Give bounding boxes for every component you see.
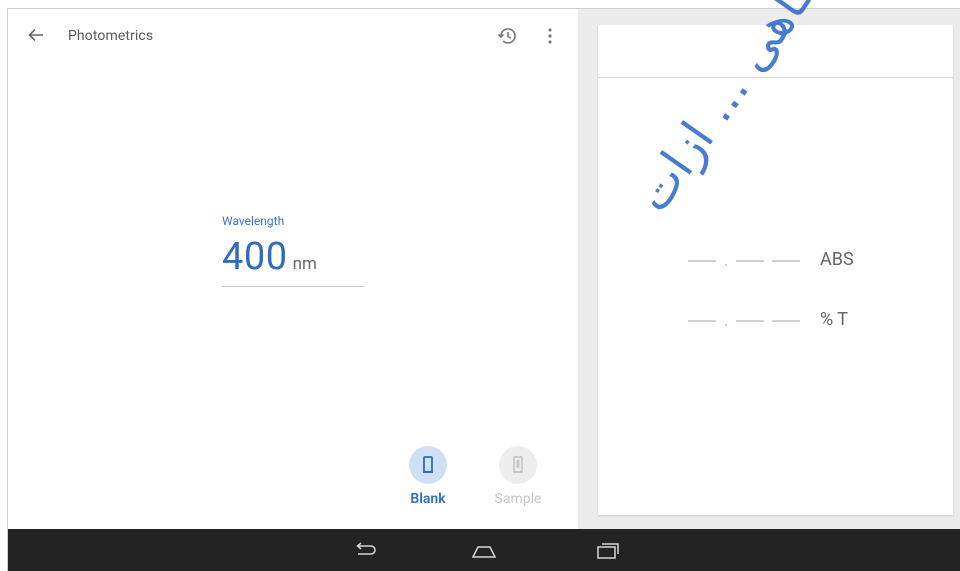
measurement-pane: Photometrics Wavelength 400 nm Blank Sam…	[8, 9, 578, 529]
abs-value-placeholder	[688, 260, 828, 266]
blank-label: Blank	[410, 491, 446, 507]
sample-label: Sample	[494, 491, 542, 507]
wavelength-underline	[222, 286, 364, 287]
abs-unit-label: ABS	[820, 249, 854, 270]
page-title: Photometrics	[68, 28, 154, 44]
sample-button[interactable]: Sample	[488, 446, 548, 507]
wavelength-value-row[interactable]: 400 nm	[222, 235, 364, 279]
results-card: ABS % T	[598, 25, 953, 515]
wavelength-unit: nm	[292, 254, 317, 274]
nav-home-icon[interactable]	[470, 537, 498, 563]
transmittance-value-placeholder	[688, 320, 828, 326]
system-nav-bar	[8, 529, 960, 571]
wavelength-value[interactable]: 400	[222, 235, 288, 279]
nav-recents-icon[interactable]	[594, 537, 622, 563]
cuvette-icon	[423, 456, 433, 473]
blank-button[interactable]: Blank	[398, 446, 458, 507]
app-bar: Photometrics	[8, 9, 578, 65]
cuvette-sample-icon	[513, 456, 523, 473]
results-pane: ABS % T	[578, 9, 960, 529]
nav-back-icon[interactable]	[350, 537, 378, 563]
wavelength-field[interactable]: Wavelength 400 nm	[222, 214, 364, 287]
app-window: Photometrics Wavelength 400 nm Blank Sam…	[7, 8, 960, 571]
more-vert-icon[interactable]	[544, 25, 556, 47]
transmittance-unit-label: % T	[820, 309, 849, 330]
sample-icon-circle[interactable]	[499, 446, 537, 484]
blank-icon-circle[interactable]	[409, 446, 447, 484]
history-icon[interactable]	[496, 25, 518, 47]
wavelength-label: Wavelength	[222, 214, 285, 228]
arrow-back-icon[interactable]	[26, 25, 46, 45]
